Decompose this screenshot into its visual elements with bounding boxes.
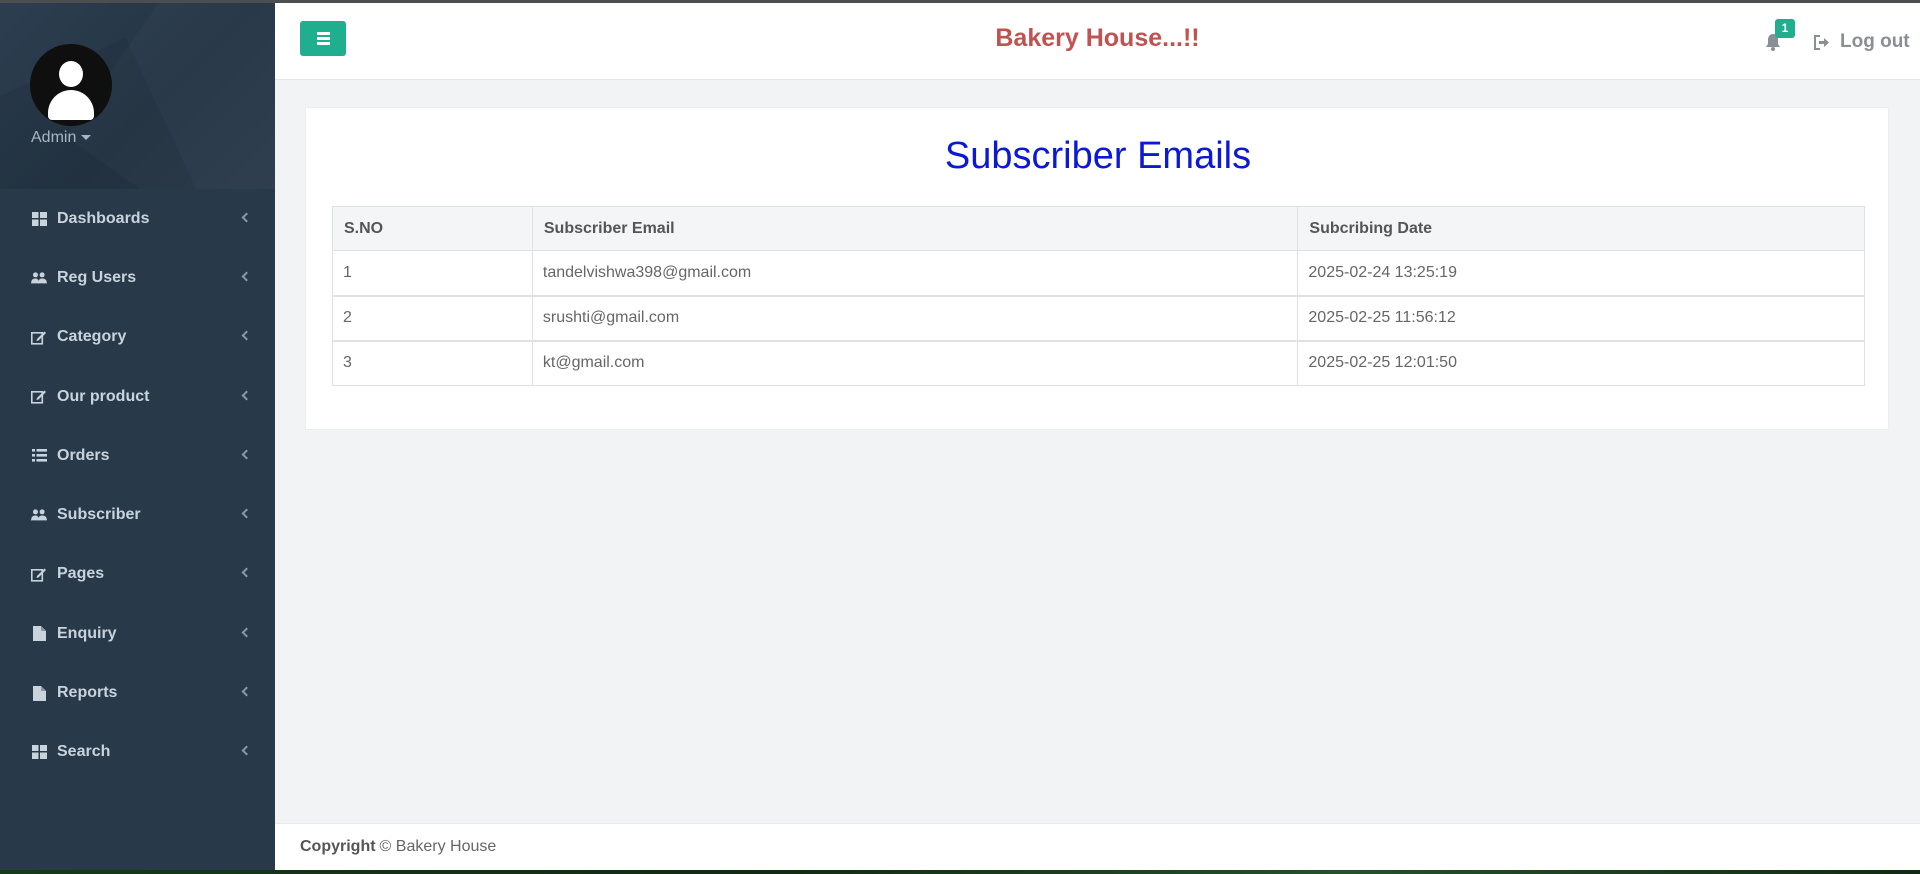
sidebar-item-label: Orders	[57, 446, 110, 464]
sidebar: Admin Dashboards Reg Users Category Our …	[0, 3, 275, 870]
sidebar-item-label: Our product	[57, 387, 150, 405]
column-header-sno: S.NO	[332, 206, 533, 251]
chevron-left-icon	[241, 449, 252, 460]
cell-email: kt@gmail.com	[531, 339, 1299, 386]
sidebar-item-subscriber[interactable]: Subscriber	[0, 485, 275, 544]
cell-sno: 1	[332, 250, 533, 296]
sidebar-item-category[interactable]: Category	[0, 308, 275, 367]
avatar[interactable]	[30, 44, 112, 126]
file-icon	[31, 626, 47, 642]
copyright-text: © Bakery House	[379, 838, 497, 855]
copyright-label: Copyright	[300, 838, 376, 855]
main-area: Bakery House...!! 1 Log out Subscriber E…	[275, 3, 1920, 870]
users-icon	[31, 507, 47, 523]
sidebar-item-label: Reg Users	[57, 268, 137, 286]
subscriber-table: S.NO Subscriber Email Subcribing Date 1 …	[332, 206, 1865, 386]
file-icon	[31, 685, 47, 701]
sidebar-item-pages[interactable]: Pages	[0, 545, 275, 604]
sidebar-item-label: Subscriber	[57, 506, 141, 524]
dashboard-icon	[31, 211, 47, 227]
sidebar-item-reg-users[interactable]: Reg Users	[0, 248, 275, 307]
chevron-left-icon	[241, 212, 252, 223]
sidebar-item-label: Search	[57, 743, 111, 761]
chevron-left-icon	[241, 330, 252, 341]
sidebar-menu: Dashboards Reg Users Category Our produc…	[0, 189, 275, 782]
window-bottom-strip	[0, 870, 1920, 874]
chevron-left-icon	[241, 627, 252, 638]
brand-title: Bakery House...!!	[995, 24, 1200, 52]
sidebar-item-orders[interactable]: Orders	[0, 426, 275, 485]
sidebar-item-label: Pages	[57, 565, 105, 583]
notification-badge: 1	[1775, 19, 1795, 38]
sign-out-icon	[1814, 34, 1829, 50]
cell-email: srushti@gmail.com	[531, 294, 1299, 341]
table-row: 2 srushti@gmail.com 2025-02-25 11:56:12	[332, 294, 1865, 341]
dashboard-icon	[31, 744, 47, 760]
sidebar-item-label: Category	[57, 328, 127, 346]
chevron-left-icon	[241, 508, 252, 519]
chevron-left-icon	[241, 686, 252, 697]
top-navbar: Bakery House...!! 1 Log out	[275, 3, 1920, 80]
edit-icon	[31, 566, 47, 582]
chevron-left-icon	[241, 390, 252, 400]
cell-date: 2025-02-24 13:25:19	[1297, 250, 1865, 296]
sidebar-profile: Admin	[0, 3, 275, 189]
cell-date: 2025-02-25 11:56:12	[1297, 294, 1865, 341]
cell-date: 2025-02-25 12:01:50	[1297, 339, 1865, 386]
column-header-date: Subcribing Date	[1297, 206, 1865, 251]
admin-name: Admin	[31, 129, 77, 146]
sidebar-item-search[interactable]: Search	[0, 723, 275, 782]
admin-dropdown[interactable]: Admin	[31, 129, 92, 147]
sidebar-item-reports[interactable]: Reports	[0, 663, 275, 722]
table-row: 1 tandelvishwa398@gmail.com 2025-02-24 1…	[332, 250, 1865, 296]
logout-label: Log out	[1840, 31, 1910, 52]
list-icon	[31, 448, 47, 464]
sidebar-item-dashboards[interactable]: Dashboards	[0, 189, 275, 248]
footer: Copyright © Bakery House	[275, 823, 1920, 870]
chevron-left-icon	[241, 567, 252, 578]
cell-email: tandelvishwa398@gmail.com	[531, 250, 1299, 296]
chevron-left-icon	[241, 745, 252, 756]
subscriber-panel: Subscriber Emails S.NO Subscriber Email …	[305, 107, 1889, 430]
edit-icon	[31, 329, 47, 345]
cell-sno: 3	[332, 339, 533, 386]
users-icon	[31, 270, 47, 286]
sidebar-item-label: Enquiry	[57, 624, 117, 642]
cell-sno: 2	[332, 294, 533, 341]
chevron-left-icon	[241, 271, 252, 282]
sidebar-item-label: Dashboards	[57, 209, 150, 227]
page-title: Subscriber Emails	[944, 135, 1252, 177]
caret-down-icon	[81, 135, 92, 141]
logout-button[interactable]: Log out	[1814, 31, 1910, 53]
table-row: 3 kt@gmail.com 2025-02-25 12:01:50	[332, 339, 1865, 386]
column-header-email: Subscriber Email	[531, 206, 1299, 251]
sidebar-item-label: Reports	[57, 684, 118, 702]
edit-icon	[31, 389, 47, 405]
table-header-row: S.NO Subscriber Email Subcribing Date	[332, 206, 1865, 251]
sidebar-item-enquiry[interactable]: Enquiry	[0, 604, 275, 663]
sidebar-item-our-product[interactable]: Our product	[0, 367, 275, 426]
